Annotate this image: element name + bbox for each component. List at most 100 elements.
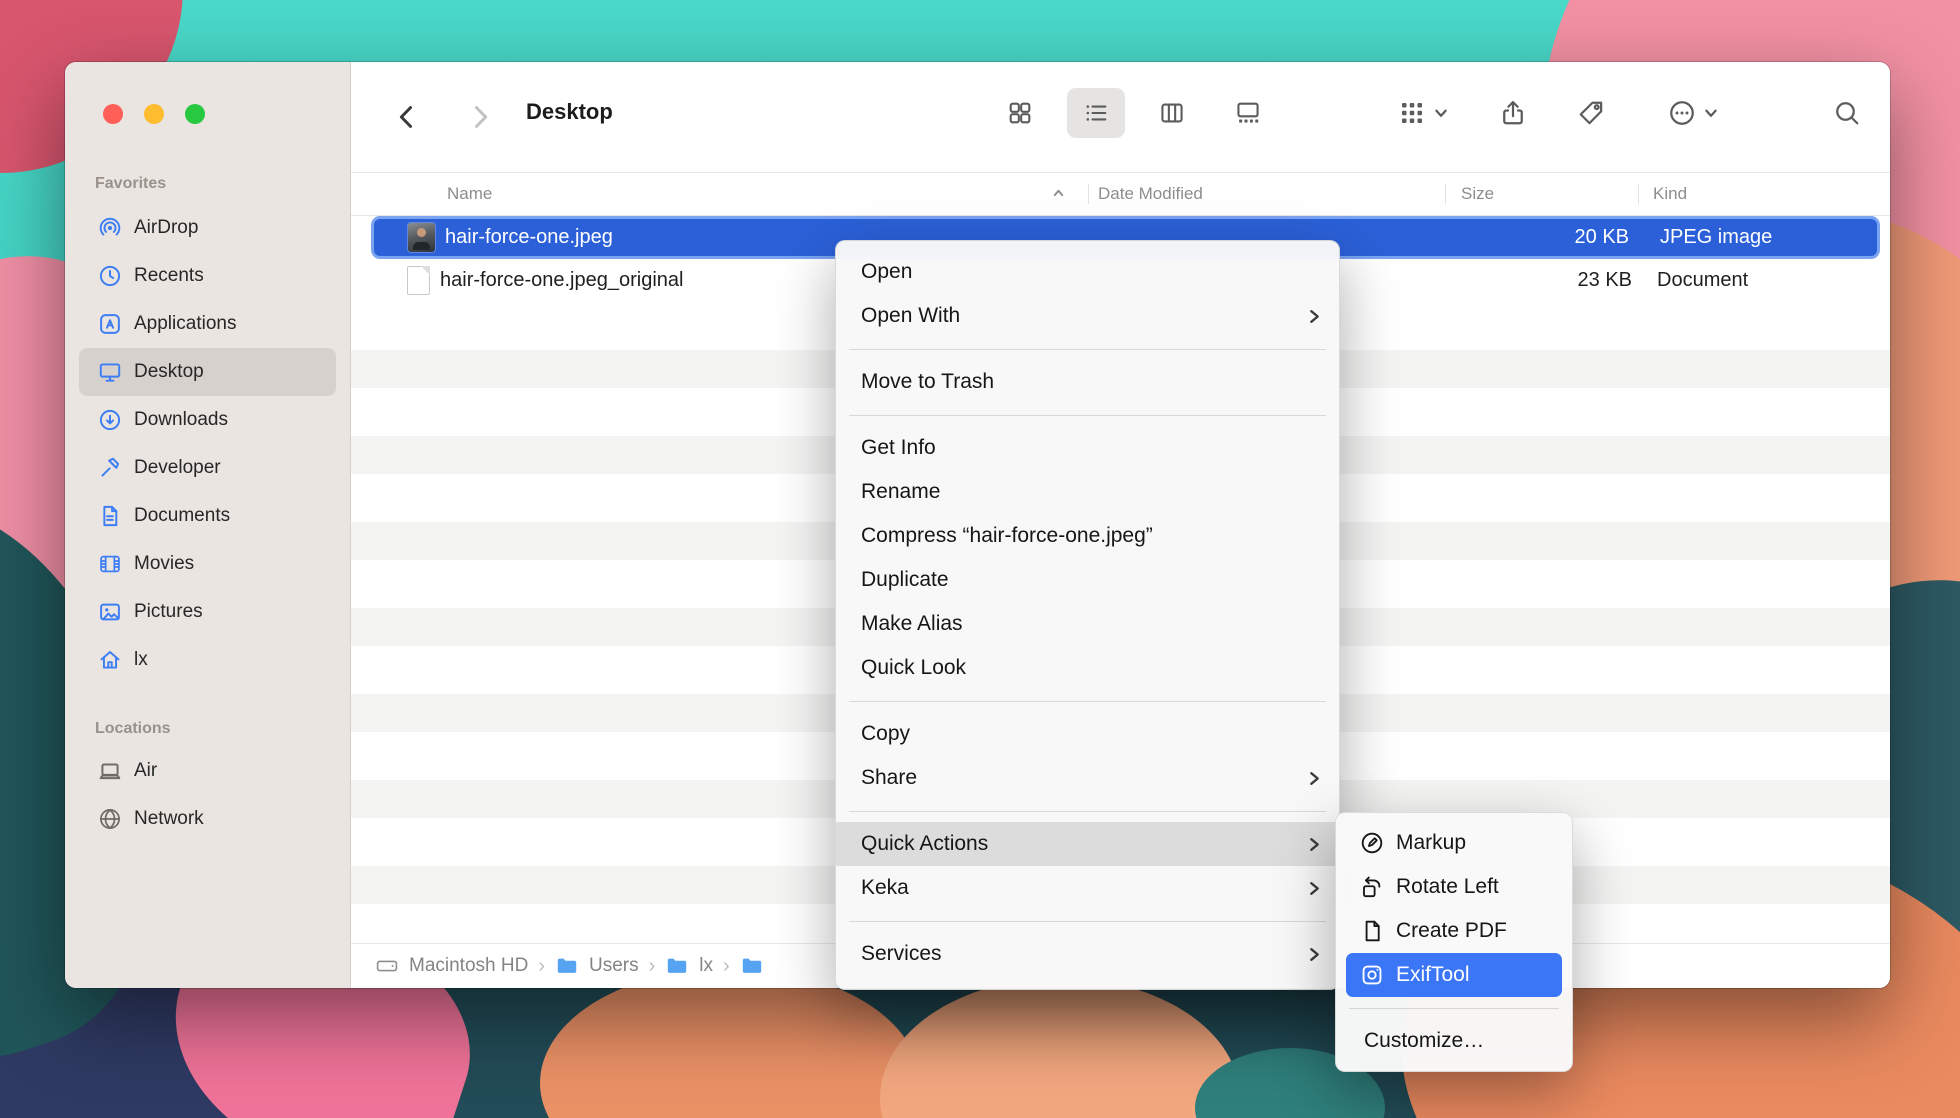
document-icon xyxy=(96,502,124,530)
film-icon xyxy=(96,550,124,578)
sidebar-item-pictures[interactable]: Pictures xyxy=(79,588,336,636)
column-divider[interactable] xyxy=(1638,184,1639,204)
toolbar: Desktop xyxy=(351,62,1890,172)
column-header-name[interactable]: Name xyxy=(447,173,492,215)
window-title: Desktop xyxy=(526,99,613,125)
path-segment[interactable]: Users xyxy=(589,955,639,977)
column-divider[interactable] xyxy=(1445,184,1446,204)
file-kind: Document xyxy=(1657,269,1748,292)
sidebar-item-recents[interactable]: Recents xyxy=(79,252,336,300)
quick-actions-submenu: Markup Rotate Left Create PDF ExifTool C… xyxy=(1335,812,1573,1072)
submenu-item-markup[interactable]: Markup xyxy=(1346,821,1562,865)
path-segment[interactable]: Macintosh HD xyxy=(409,955,528,977)
submenu-item-customize[interactable]: Customize… xyxy=(1346,1019,1562,1063)
submenu-item-exiftool[interactable]: ExifTool xyxy=(1346,953,1562,997)
column-header-kind[interactable]: Kind xyxy=(1653,173,1687,215)
submenu-chevron-icon xyxy=(1308,880,1321,897)
menu-item-duplicate[interactable]: Duplicate xyxy=(836,558,1339,602)
share-button[interactable] xyxy=(1487,88,1539,138)
tag-icon xyxy=(1576,98,1606,128)
sidebar-section-title: Locations xyxy=(65,719,350,739)
menu-item-move-to-trash[interactable]: Move to Trash xyxy=(836,360,1339,404)
submenu-chevron-icon xyxy=(1308,946,1321,963)
downloads-icon xyxy=(96,406,124,434)
sidebar-item-network[interactable]: Network xyxy=(79,795,336,843)
column-view-button[interactable] xyxy=(1143,88,1201,138)
ellipsis-circle-icon xyxy=(1667,98,1697,128)
file-kind: JPEG image xyxy=(1660,226,1772,249)
gallery-view-icon xyxy=(1234,99,1262,127)
hard-drive-icon xyxy=(375,954,399,978)
gallery-view-button[interactable] xyxy=(1219,88,1277,138)
path-segment[interactable]: lx xyxy=(699,955,713,977)
submenu-item-create-pdf[interactable]: Create PDF xyxy=(1346,909,1562,953)
file-name: hair-force-one.jpeg xyxy=(445,226,613,249)
column-header-date-modified[interactable]: Date Modified xyxy=(1098,173,1203,215)
traffic-lights xyxy=(103,104,205,124)
menu-item-share[interactable]: Share xyxy=(836,756,1339,800)
menu-item-quick-look[interactable]: Quick Look xyxy=(836,646,1339,690)
sidebar-item-label: Developer xyxy=(134,457,221,479)
menu-separator xyxy=(836,910,1339,932)
sidebar-item-label: Documents xyxy=(134,505,230,527)
search-icon xyxy=(1832,98,1862,128)
group-by-button[interactable] xyxy=(1377,88,1469,138)
back-button[interactable] xyxy=(387,95,427,139)
more-actions-button[interactable] xyxy=(1647,88,1739,138)
file-name: hair-force-one.jpeg_original xyxy=(440,269,683,292)
menu-item-compress[interactable]: Compress “hair-force-one.jpeg” xyxy=(836,514,1339,558)
group-by-icon xyxy=(1397,98,1427,128)
menu-separator xyxy=(836,690,1339,712)
photo-icon xyxy=(96,598,124,626)
exiftool-icon xyxy=(1358,961,1386,989)
sidebar-item-developer[interactable]: Developer xyxy=(79,444,336,492)
submenu-chevron-icon xyxy=(1308,836,1321,853)
menu-item-rename[interactable]: Rename xyxy=(836,470,1339,514)
sidebar-item-documents[interactable]: Documents xyxy=(79,492,336,540)
menu-item-quick-actions[interactable]: Quick Actions xyxy=(836,822,1339,866)
sidebar-item-label: Desktop xyxy=(134,361,204,383)
sort-ascending-icon xyxy=(1051,186,1066,201)
sidebar-item-label: Movies xyxy=(134,553,194,575)
sidebar-item-label: Applications xyxy=(134,313,236,335)
sidebar-item-label: lx xyxy=(134,649,148,671)
column-header-size[interactable]: Size xyxy=(1461,173,1494,215)
column-headers: Name Date Modified Size Kind xyxy=(351,172,1890,216)
sidebar-item-desktop[interactable]: Desktop xyxy=(79,348,336,396)
menu-separator xyxy=(836,404,1339,426)
sidebar-item-airdrop[interactable]: AirDrop xyxy=(79,204,336,252)
document-file-icon xyxy=(407,266,430,295)
sidebar-item-home[interactable]: lx xyxy=(79,636,336,684)
sidebar-item-downloads[interactable]: Downloads xyxy=(79,396,336,444)
path-separator-icon: › xyxy=(649,955,656,978)
menu-item-open[interactable]: Open xyxy=(836,250,1339,294)
globe-icon xyxy=(96,805,124,833)
menu-item-open-with[interactable]: Open With xyxy=(836,294,1339,338)
close-button[interactable] xyxy=(103,104,123,124)
submenu-item-rotate-left[interactable]: Rotate Left xyxy=(1346,865,1562,909)
menu-item-keka[interactable]: Keka xyxy=(836,866,1339,910)
forward-button[interactable] xyxy=(460,95,500,139)
sidebar-item-air[interactable]: Air xyxy=(79,747,336,795)
menu-item-get-info[interactable]: Get Info xyxy=(836,426,1339,470)
sidebar-item-movies[interactable]: Movies xyxy=(79,540,336,588)
file-size: 20 KB xyxy=(1575,226,1629,249)
icon-view-button[interactable] xyxy=(991,88,1049,138)
zoom-button[interactable] xyxy=(185,104,205,124)
folder-icon xyxy=(665,954,689,978)
list-view-button[interactable] xyxy=(1067,88,1125,138)
menu-item-services[interactable]: Services xyxy=(836,932,1339,976)
menu-item-copy[interactable]: Copy xyxy=(836,712,1339,756)
sidebar-item-applications[interactable]: Applications xyxy=(79,300,336,348)
submenu-chevron-icon xyxy=(1308,308,1321,325)
share-icon xyxy=(1498,98,1528,128)
path-separator-icon: › xyxy=(538,955,545,978)
tags-button[interactable] xyxy=(1565,88,1617,138)
chevron-down-icon xyxy=(1433,105,1449,121)
column-divider[interactable] xyxy=(1088,184,1089,204)
menu-separator xyxy=(1336,997,1572,1019)
search-button[interactable] xyxy=(1821,88,1873,138)
minimize-button[interactable] xyxy=(144,104,164,124)
menu-item-make-alias[interactable]: Make Alias xyxy=(836,602,1339,646)
path-separator-icon: › xyxy=(723,955,730,978)
